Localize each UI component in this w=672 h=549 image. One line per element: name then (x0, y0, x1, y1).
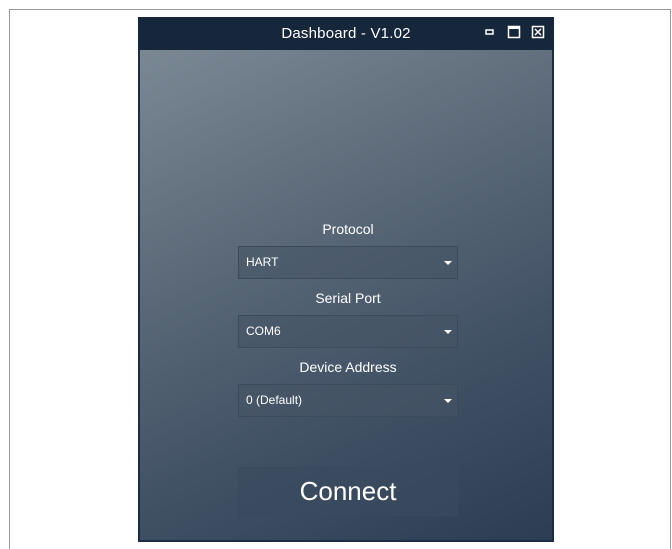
device-address-value: 0 (Default) (246, 393, 303, 407)
protocol-dropdown[interactable]: HART (238, 246, 458, 279)
serial-port-value: COM6 (246, 324, 281, 338)
title-bar[interactable]: Dashboard - V1.02 (138, 17, 554, 50)
protocol-label: Protocol (322, 221, 374, 237)
device-address-label: Device Address (299, 359, 397, 375)
chevron-down-icon (444, 399, 452, 403)
minimize-icon (485, 29, 494, 35)
serial-port-label: Serial Port (315, 290, 381, 306)
close-icon (531, 25, 545, 39)
connection-panel: Protocol HART Serial Port COM6 Device Ad… (140, 50, 552, 540)
maximize-icon (507, 25, 521, 39)
maximize-button[interactable] (507, 25, 521, 39)
chevron-down-icon (444, 261, 452, 265)
minimize-button[interactable] (483, 25, 497, 39)
device-address-dropdown[interactable]: 0 (Default) (238, 384, 458, 417)
chevron-down-icon (444, 330, 452, 334)
connect-button[interactable]: Connect (238, 467, 458, 516)
app-window: Dashboard - V1.02 Protocol HART Serial P… (138, 17, 554, 542)
serial-port-dropdown[interactable]: COM6 (238, 315, 458, 348)
protocol-value: HART (246, 255, 279, 269)
close-button[interactable] (531, 25, 545, 39)
